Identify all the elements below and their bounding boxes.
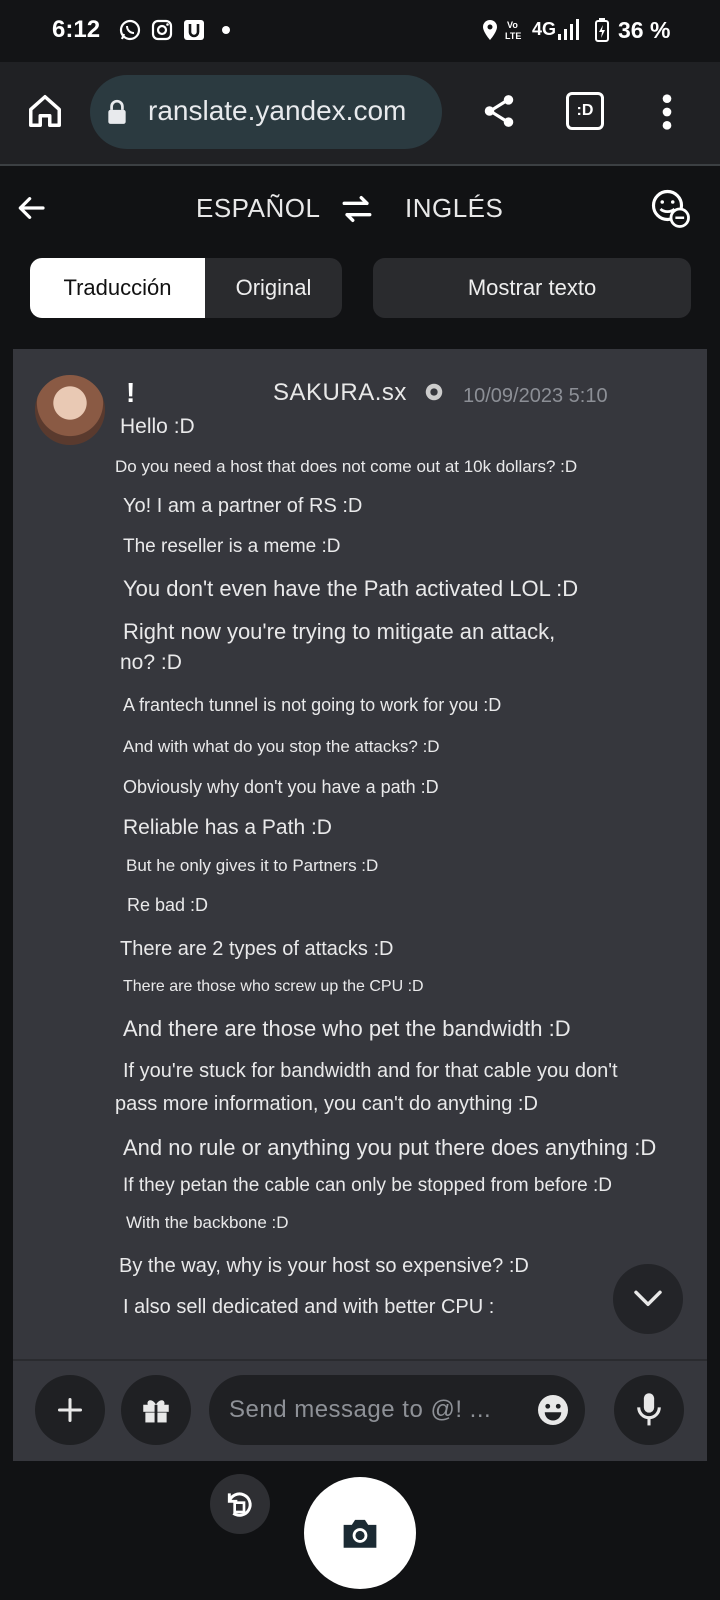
view-mode-toggle: Traducción Original xyxy=(30,258,342,318)
badge-icon xyxy=(425,383,443,401)
tab-original[interactable]: Original xyxy=(205,258,342,318)
tab-translation[interactable]: Traducción xyxy=(30,258,205,318)
chat-message: There are 2 types of attacks :D xyxy=(120,938,394,960)
back-arrow-icon[interactable] xyxy=(14,192,48,224)
face-feedback-icon[interactable] xyxy=(650,188,692,230)
battery-percent: 36 % xyxy=(618,17,671,43)
battery-charging-icon xyxy=(595,18,609,42)
url-text: ranslate.yandex.com xyxy=(148,95,407,126)
dot-icon xyxy=(222,26,230,34)
chat-message: A frantech tunnel is not going to work f… xyxy=(123,695,502,715)
source-language[interactable]: ESPAÑOL xyxy=(196,193,320,224)
emoji-icon[interactable] xyxy=(535,1392,571,1428)
camera-icon xyxy=(343,1519,377,1548)
chat-message: Hello :D xyxy=(120,415,195,438)
camera-shutter-button[interactable] xyxy=(304,1477,416,1589)
chat-message: pass more information, you can't do anyt… xyxy=(115,1093,538,1115)
avatar xyxy=(35,375,105,445)
gift-icon xyxy=(143,1400,169,1424)
tab-switcher-button[interactable]: :D xyxy=(566,92,604,130)
svg-text:Vo: Vo xyxy=(507,20,518,30)
chat-message: And there are those who pet the bandwidt… xyxy=(123,1016,571,1041)
whatsapp-icon xyxy=(119,19,141,41)
browser-toolbar: ranslate.yandex.com :D xyxy=(0,62,720,166)
chat-message: If you're stuck for bandwidth and for th… xyxy=(123,1060,618,1082)
show-text-button[interactable]: Mostrar texto xyxy=(373,258,691,318)
message-timestamp: 10/09/2023 5:10 xyxy=(463,385,608,407)
message-composer: Send message to @! ... xyxy=(13,1359,707,1461)
chat-message: Obviously why don't you have a path :D xyxy=(123,777,439,797)
plus-icon xyxy=(57,1397,83,1423)
chat-message: no? :D xyxy=(120,651,182,674)
more-menu-icon[interactable] xyxy=(652,92,682,132)
chat-message: Right now you're trying to mitigate an a… xyxy=(123,619,556,644)
message-input[interactable]: Send message to @! ... xyxy=(209,1375,585,1445)
chat-message: The reseller is a meme :D xyxy=(123,536,341,557)
svg-text:LTE: LTE xyxy=(505,31,521,41)
chat-message: I also sell dedicated and with better CP… xyxy=(123,1296,495,1318)
chat-message: Reliable has a Path :D xyxy=(123,816,332,839)
instagram-icon xyxy=(151,19,173,41)
message-input-placeholder: Send message to @! ... xyxy=(229,1396,492,1423)
chat-message: And with what do you stop the attacks? :… xyxy=(123,737,440,756)
location-icon xyxy=(483,20,497,40)
username: SAKURA.sx xyxy=(273,379,407,406)
u-app-icon xyxy=(184,20,204,40)
chat-message: And no rule or anything you put there do… xyxy=(123,1135,657,1160)
rotate-icon xyxy=(227,1492,252,1517)
user-prefix: ! xyxy=(126,377,136,408)
chat-message: Do you need a host that does not come ou… xyxy=(115,457,578,476)
chat-message: Re bad :D xyxy=(127,895,209,915)
swap-languages-icon[interactable] xyxy=(340,192,374,226)
chat-message: But he only gives it to Partners :D xyxy=(126,856,379,875)
signal-icon xyxy=(558,19,579,40)
add-attachment-button[interactable] xyxy=(35,1375,105,1445)
target-language[interactable]: INGLÉS xyxy=(405,193,503,224)
network-type: 4G xyxy=(532,19,557,39)
address-bar[interactable]: ranslate.yandex.com xyxy=(90,75,442,149)
voice-message-button[interactable] xyxy=(614,1375,684,1445)
chat-message: There are those who screw up the CPU :D xyxy=(123,978,424,995)
status-bar: 6:12 Vo LTE 4G 36 % xyxy=(0,0,720,62)
chat-message: With the backbone :D xyxy=(126,1213,289,1232)
chat-message: You don't even have the Path activated L… xyxy=(123,576,579,601)
chat-message: If they petan the cable can only be stop… xyxy=(123,1175,613,1196)
share-icon[interactable] xyxy=(480,92,518,130)
lock-icon xyxy=(108,99,126,124)
microphone-icon xyxy=(637,1393,661,1426)
volte-icon: VoLTE xyxy=(505,20,521,41)
scroll-down-button[interactable] xyxy=(613,1264,683,1334)
chat-message: Yo! I am a partner of RS :D xyxy=(123,495,363,517)
home-icon[interactable] xyxy=(26,92,64,130)
status-time: 6:12 xyxy=(52,16,101,43)
gift-button[interactable] xyxy=(121,1375,191,1445)
rotate-button[interactable] xyxy=(210,1474,270,1534)
chat-message: By the way, why is your host so expensiv… xyxy=(119,1255,529,1277)
chevron-down-icon xyxy=(634,1290,662,1307)
translated-image-panel: ! SAKURA.sx 10/09/2023 5:10 Hello :D Do … xyxy=(13,349,707,1459)
